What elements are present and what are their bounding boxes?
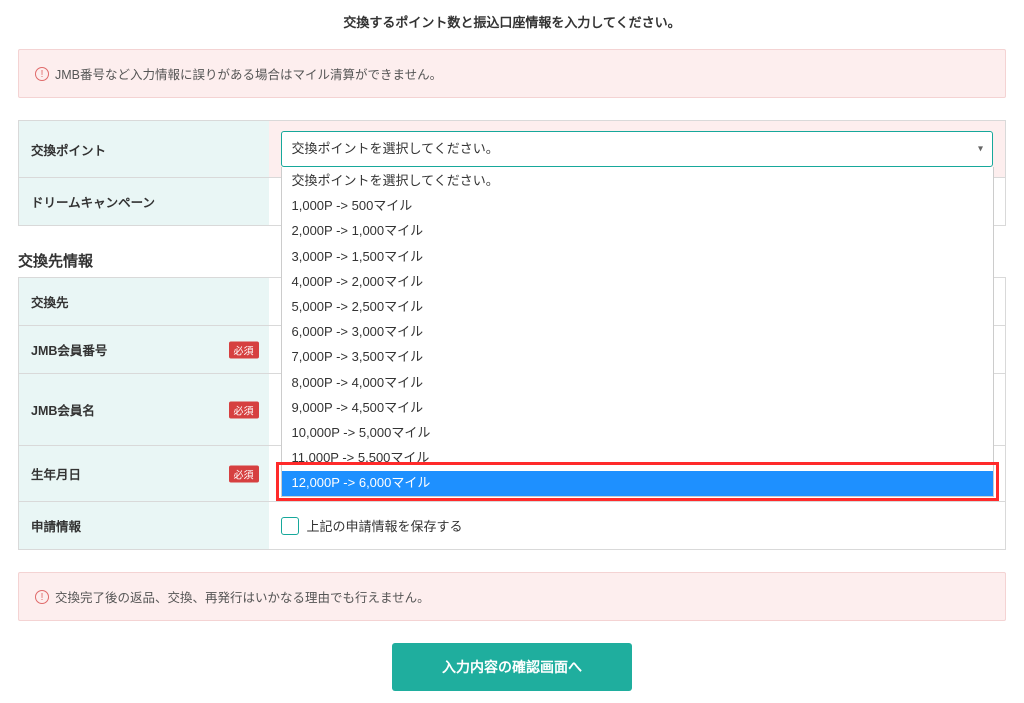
page-title: 交換するポイント数と振込口座情報を入力してください。 bbox=[18, 0, 1006, 49]
save-info-checkbox-row[interactable]: 上記の申請情報を保存する bbox=[281, 516, 994, 535]
exchange-points-dropdown[interactable]: 交換ポイントを選択してください。1,000P -> 500マイル2,000P -… bbox=[281, 167, 995, 497]
required-badge: 必須 bbox=[229, 401, 259, 418]
form-table-top: 交換ポイント 交換ポイントを選択してください。 ▾ 交換ポイントを選択してくださ… bbox=[18, 120, 1006, 226]
exchange-points-option[interactable]: 1,000P -> 500マイル bbox=[282, 194, 994, 219]
exchange-points-option[interactable]: 9,000P -> 4,500マイル bbox=[282, 395, 994, 420]
save-info-label: 上記の申請情報を保存する bbox=[307, 516, 463, 535]
exchange-points-option[interactable]: 8,000P -> 4,000マイル bbox=[282, 370, 994, 395]
jmb-name-label-text: JMB会員名 bbox=[31, 404, 95, 418]
row-label-dream-campaign: ドリームキャンペーン bbox=[19, 178, 269, 226]
exchange-points-option[interactable]: 4,000P -> 2,000マイル bbox=[282, 269, 994, 294]
required-badge: 必須 bbox=[229, 341, 259, 358]
exchange-points-option[interactable]: 7,000P -> 3,500マイル bbox=[282, 345, 994, 370]
info-icon: ! bbox=[35, 67, 49, 81]
birthdate-label-text: 生年月日 bbox=[31, 468, 81, 482]
exchange-points-option[interactable]: 10,000P -> 5,000マイル bbox=[282, 420, 994, 445]
save-info-checkbox[interactable] bbox=[281, 517, 299, 535]
alert-top: ! JMB番号など入力情報に誤りがある場合はマイル清算ができません。 bbox=[18, 49, 1006, 98]
row-label-app-info: 申請情報 bbox=[19, 502, 269, 550]
jmb-number-label-text: JMB会員番号 bbox=[31, 344, 107, 358]
alert-top-text: JMB番号など入力情報に誤りがある場合はマイル清算ができません。 bbox=[55, 64, 442, 83]
exchange-points-option[interactable]: 3,000P -> 1,500マイル bbox=[282, 244, 994, 269]
row-label-jmb-name: JMB会員名 必須 bbox=[19, 374, 269, 446]
alert-bottom: ! 交換完了後の返品、交換、再発行はいかなる理由でも行えません。 bbox=[18, 572, 1006, 621]
exchange-points-option[interactable]: 2,000P -> 1,000マイル bbox=[282, 219, 994, 244]
exchange-points-option[interactable]: 5,000P -> 2,500マイル bbox=[282, 294, 994, 319]
row-label-birthdate: 生年月日 必須 bbox=[19, 446, 269, 502]
exchange-points-option[interactable]: 11,000P -> 5,500マイル bbox=[282, 446, 994, 471]
required-badge: 必須 bbox=[229, 465, 259, 482]
alert-bottom-text: 交換完了後の返品、交換、再発行はいかなる理由でも行えません。 bbox=[55, 587, 430, 606]
row-label-jmb-number: JMB会員番号 必須 bbox=[19, 326, 269, 374]
submit-button[interactable]: 入力内容の確認画面へ bbox=[392, 643, 632, 691]
exchange-points-option[interactable]: 6,000P -> 3,000マイル bbox=[282, 320, 994, 345]
exchange-points-option[interactable]: 交換ポイントを選択してください。 bbox=[282, 167, 994, 194]
chevron-down-icon: ▾ bbox=[978, 144, 983, 155]
exchange-points-option[interactable]: 12,000P -> 6,000マイル bbox=[282, 471, 994, 496]
cell-app-info: 上記の申請情報を保存する bbox=[269, 502, 1006, 550]
info-icon: ! bbox=[35, 590, 49, 604]
row-label-exchange-points: 交換ポイント bbox=[19, 121, 269, 178]
exchange-points-select[interactable]: 交換ポイントを選択してください。 ▾ 交換ポイントを選択してください。1,000… bbox=[281, 131, 994, 167]
row-label-destination: 交換先 bbox=[19, 278, 269, 326]
exchange-points-select-display[interactable]: 交換ポイントを選択してください。 bbox=[281, 131, 994, 167]
